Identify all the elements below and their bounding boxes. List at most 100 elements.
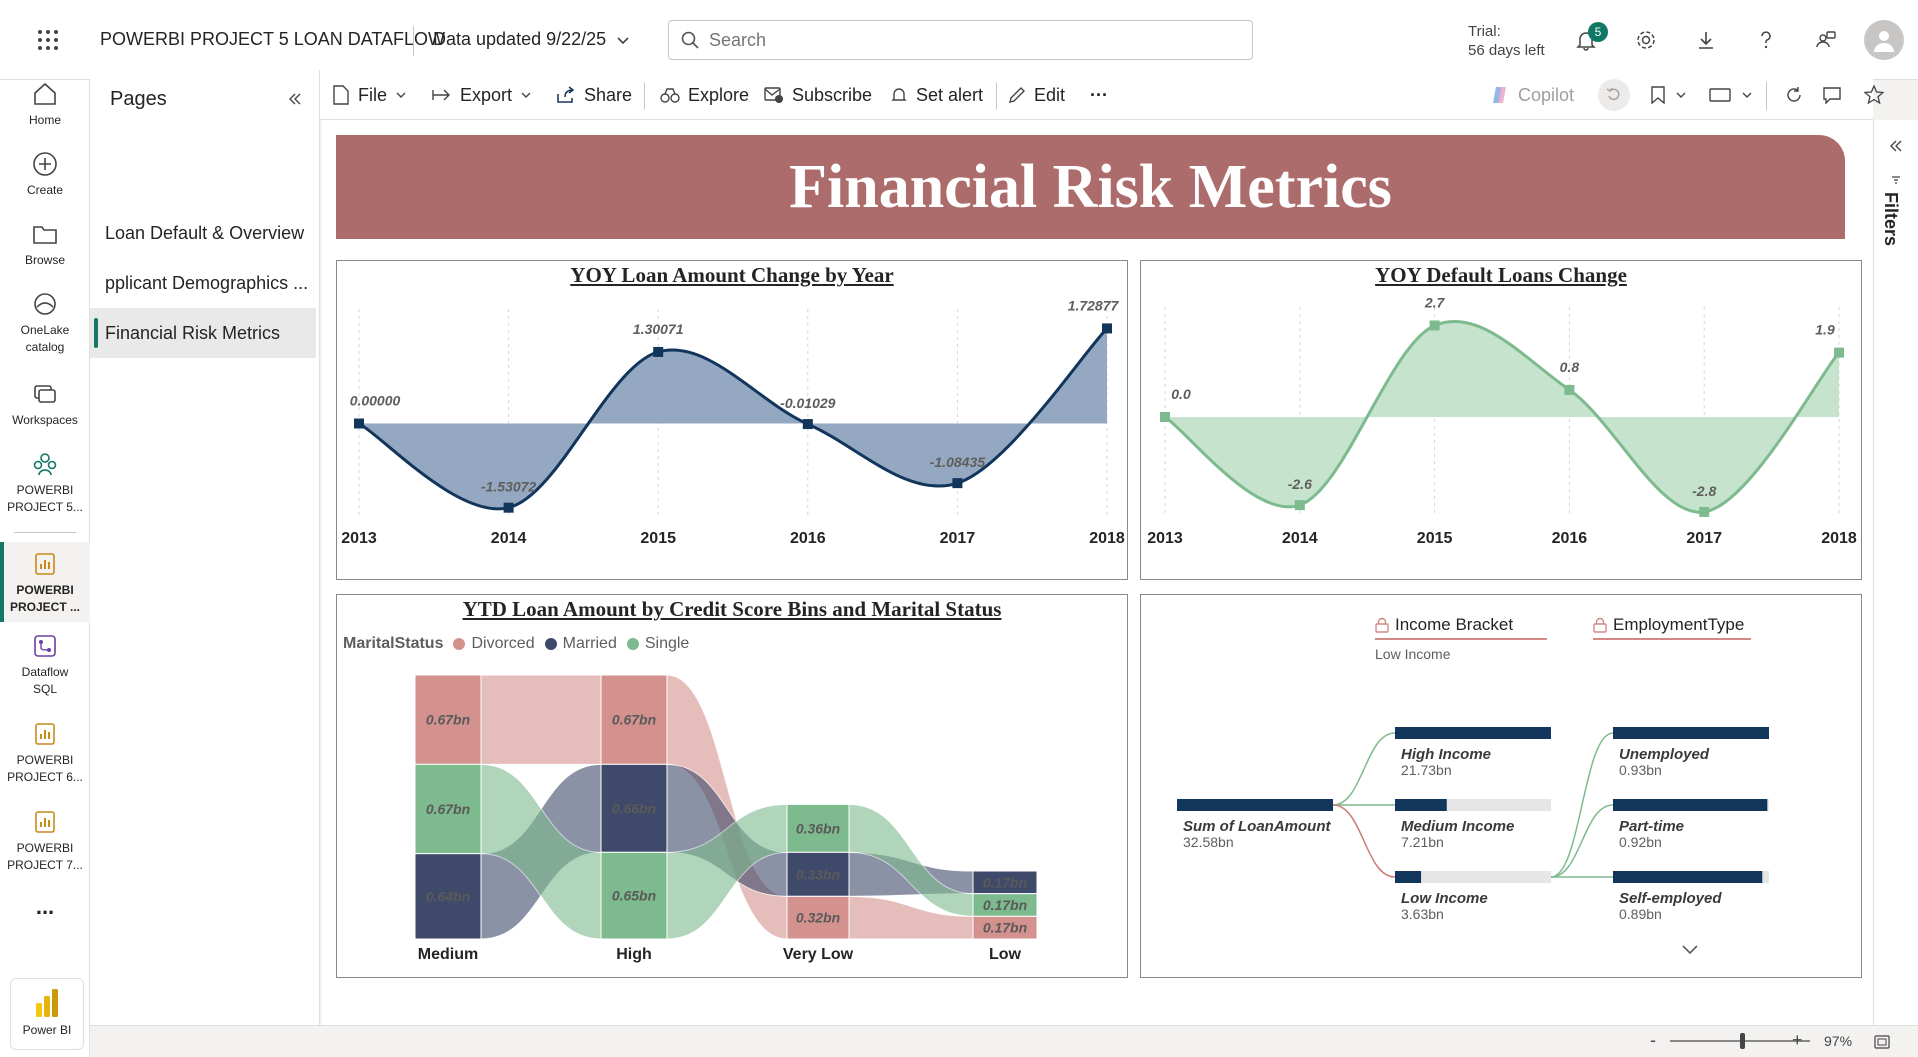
category-label: Medium — [418, 946, 478, 963]
download-icon — [1699, 32, 1713, 49]
page-tab-applicant-demographics[interactable]: pplicant Demographics ... — [90, 258, 316, 308]
node-label: High Income — [1401, 746, 1491, 763]
help-icon — [1761, 31, 1771, 49]
rail-project5-label-2: PROJECT 5... — [7, 500, 83, 514]
rail-project6-label-2: PROJECT 6... — [7, 770, 83, 784]
rail-project7[interactable]: POWERBI PROJECT 7... — [0, 808, 90, 874]
rail-more-button[interactable]: ... — [0, 896, 90, 918]
data-updated-dropdown[interactable]: Data updated 9/22/25 — [433, 29, 630, 50]
tree-connector — [1332, 732, 1396, 806]
fit-to-page-button[interactable] — [1870, 1030, 1894, 1054]
account-avatar[interactable] — [1864, 20, 1904, 60]
rail-dataflow[interactable]: Dataflow SQL — [0, 632, 90, 698]
rail-report-active[interactable]: POWERBI PROJECT ... — [0, 542, 90, 622]
data-point — [653, 346, 664, 357]
rail-project5-label-1: POWERBI — [16, 483, 74, 497]
help-button[interactable] — [1748, 22, 1784, 58]
rail-browse[interactable]: Browse — [0, 220, 90, 269]
page-tab-loan-default[interactable]: Loan Default & Overview — [90, 208, 316, 258]
rail-workspaces[interactable]: Workspaces — [0, 380, 90, 429]
project-title[interactable]: POWERBI PROJECT 5 LOAN DATAFLOW — [100, 29, 445, 50]
pages-panel: Pages Loan Default & Overview pplicant D… — [90, 70, 320, 1057]
data-point — [1834, 347, 1844, 358]
notifications-button[interactable]: 5 — [1568, 22, 1608, 58]
double-chevron-left-icon — [1890, 140, 1902, 152]
copilot-button[interactable]: Copilot — [1490, 70, 1574, 120]
zoom-slider[interactable] — [1670, 1033, 1810, 1049]
search-input[interactable] — [709, 29, 1209, 51]
ytd-credit-score-visual[interactable]: YTD Loan Amount by Credit Score Bins and… — [336, 594, 1128, 978]
zoom-in-button[interactable]: + — [1792, 1030, 1803, 1051]
node-value: 0.89bn — [1619, 906, 1662, 922]
expand-filters-button[interactable] — [1882, 134, 1910, 158]
node-bar — [1395, 727, 1551, 739]
subscribe-icon — [764, 87, 783, 103]
copilot-icon — [1493, 87, 1506, 103]
filters-label: Filters — [1881, 192, 1901, 247]
rail-project6[interactable]: POWERBI PROJECT 6... — [0, 720, 90, 786]
share-feedback-button[interactable] — [1808, 22, 1844, 58]
pages-title: Pages — [110, 88, 167, 110]
data-label: 0.65bn — [612, 888, 656, 904]
yoy-loan-amount-visual[interactable]: YOY Loan Amount Change by Year 0.00000 20… — [336, 260, 1128, 580]
expand-more-icon[interactable] — [1681, 943, 1699, 961]
favorite-button[interactable] — [1858, 79, 1890, 111]
powerbi-logo-icon — [36, 989, 58, 1017]
category-label: High — [616, 946, 652, 963]
app-launcher-icon[interactable] — [30, 22, 66, 58]
refresh-button[interactable] — [1778, 79, 1810, 111]
collapse-pages-button[interactable] — [280, 84, 310, 114]
area-fill — [1165, 321, 1839, 513]
powerbi-app-button[interactable]: Power BI — [10, 978, 84, 1050]
rail-project6-label-1: POWERBI — [16, 753, 74, 767]
node-value: 7.21bn — [1401, 834, 1444, 850]
tree-connector — [1550, 804, 1614, 878]
data-updated-label: Data updated 9/22/25 — [433, 29, 607, 49]
undo-icon — [1606, 87, 1620, 101]
toolbar-divider — [1766, 82, 1767, 110]
export-menu[interactable]: Export — [432, 70, 532, 120]
page-tab-financial-risk[interactable]: Financial Risk Metrics — [90, 308, 316, 358]
file-menu[interactable]: File — [332, 70, 407, 120]
rail-workspaces-label: Workspaces — [12, 413, 78, 427]
data-label: 1.9 — [1815, 322, 1835, 338]
reset-button[interactable] — [1598, 79, 1630, 111]
data-point — [1564, 384, 1575, 395]
rail-home[interactable]: Home — [0, 80, 90, 129]
more-options-button[interactable]: ··· — [1090, 70, 1108, 120]
zoom-out-button[interactable]: - — [1650, 1030, 1656, 1051]
download-button[interactable] — [1688, 22, 1724, 58]
share-button[interactable]: Share — [556, 70, 632, 120]
bookmark-button[interactable] — [1644, 79, 1694, 111]
report-icon — [35, 723, 55, 745]
onelake-icon — [34, 293, 56, 315]
report-banner: Financial Risk Metrics — [336, 135, 1845, 239]
share-label: Share — [584, 84, 633, 105]
data-label: -0.01029 — [780, 395, 835, 411]
x-tick-label: 2013 — [1147, 530, 1183, 547]
file-label: File — [358, 84, 388, 105]
set-alert-button[interactable]: Set alert — [890, 70, 983, 120]
edit-button[interactable]: Edit — [1008, 70, 1065, 120]
data-point — [1294, 500, 1305, 511]
node-label: Medium Income — [1401, 818, 1514, 835]
view-button[interactable] — [1704, 79, 1758, 111]
rail-create[interactable]: Create — [0, 150, 90, 199]
decomposition-tree-visual[interactable]: Income Bracket Low Income EmploymentType… — [1140, 594, 1862, 978]
rail-onelake[interactable]: OneLake catalog — [0, 290, 90, 356]
yoy-loan-amount-chart: 0.00000 2013 -1.53072 2014 1.30071 2015 -0.010… — [341, 297, 1125, 547]
double-chevron-left-icon — [289, 93, 301, 105]
zoom-slider-thumb[interactable] — [1740, 1033, 1745, 1049]
subscribe-button[interactable]: Subscribe — [764, 70, 872, 120]
data-label: 2.7 — [1424, 294, 1446, 310]
comment-button[interactable] — [1816, 79, 1848, 111]
bookmark-icon — [1651, 86, 1665, 104]
search-box[interactable] — [668, 20, 1253, 60]
yoy-default-loans-visual[interactable]: YOY Default Loans Change 0.0 2013 -2.6 2014… — [1140, 260, 1862, 580]
filters-pane[interactable]: Filters — [1873, 120, 1918, 1025]
rail-workspace-project5[interactable]: POWERBI PROJECT 5... — [0, 450, 90, 516]
explore-button[interactable]: Explore — [660, 70, 749, 120]
tree-connector — [1550, 732, 1614, 878]
settings-button[interactable] — [1628, 22, 1664, 58]
x-tick-label: 2015 — [640, 530, 676, 547]
